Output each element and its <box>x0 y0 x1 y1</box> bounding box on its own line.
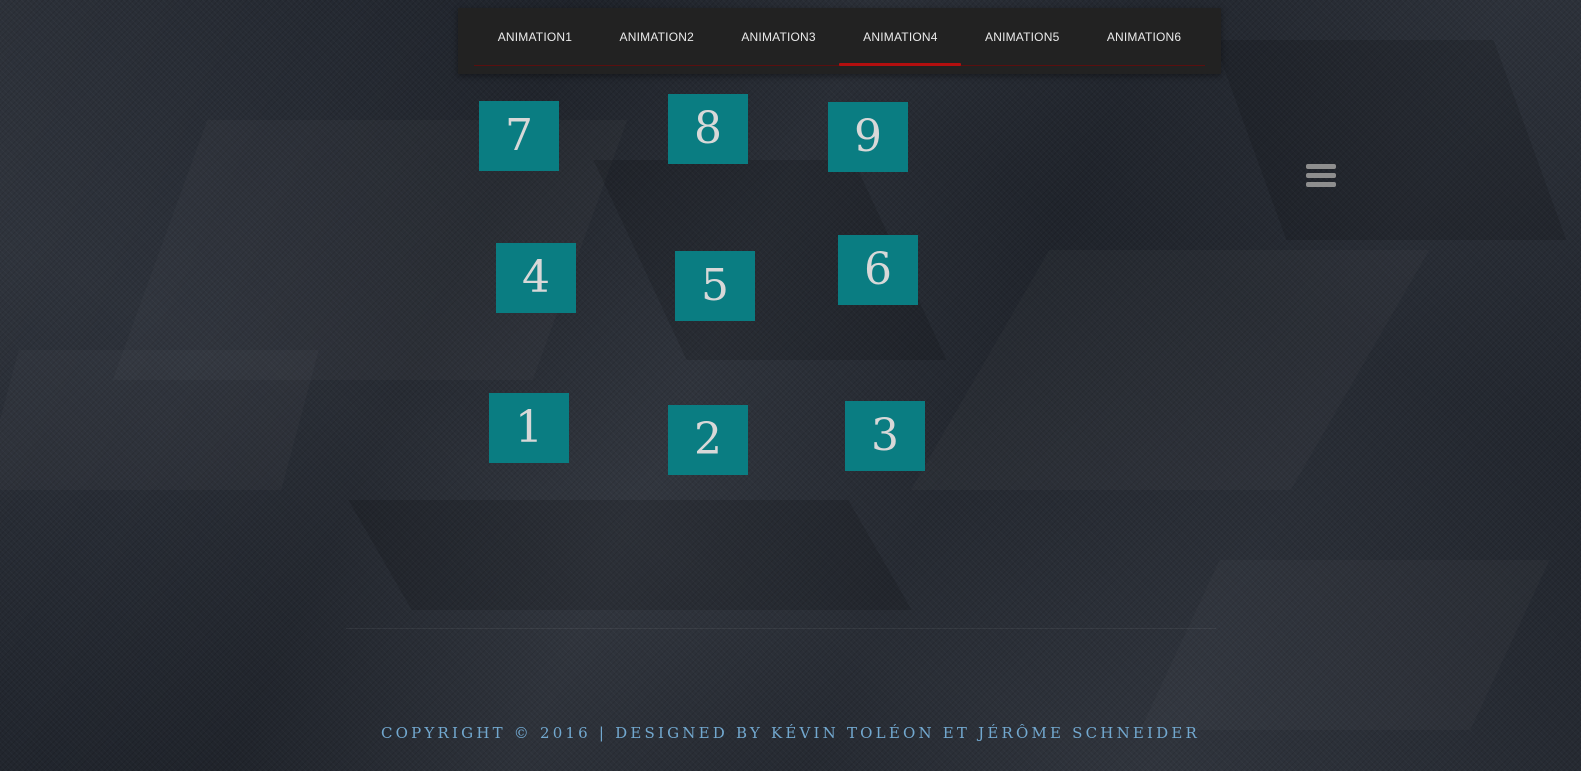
top-navigation: ANIMATION1 ANIMATION2 ANIMATION3 ANIMATI… <box>458 8 1221 74</box>
menu-bar <box>1306 173 1336 178</box>
nav-item-animation3[interactable]: ANIMATION3 <box>718 8 840 65</box>
nav-item-animation4[interactable]: ANIMATION4 <box>839 8 962 66</box>
background-facet <box>0 350 319 490</box>
number-tile-5[interactable]: 5 <box>675 251 755 321</box>
number-tile-3[interactable]: 3 <box>845 401 925 471</box>
nav-item-animation1[interactable]: ANIMATION1 <box>474 8 596 65</box>
footer-divider <box>346 628 1216 629</box>
nav-list: ANIMATION1 ANIMATION2 ANIMATION3 ANIMATI… <box>474 8 1205 66</box>
nav-item-animation5[interactable]: ANIMATION5 <box>961 8 1083 65</box>
number-tile-7[interactable]: 7 <box>479 101 559 171</box>
number-tile-8[interactable]: 8 <box>668 94 748 164</box>
nav-item-animation6[interactable]: ANIMATION6 <box>1083 8 1205 65</box>
background-facet <box>1140 560 1549 730</box>
hamburger-menu-icon[interactable] <box>1306 164 1336 190</box>
background-facet <box>1213 40 1567 240</box>
number-tile-4[interactable]: 4 <box>496 243 576 313</box>
menu-bar <box>1306 182 1336 187</box>
menu-bar <box>1306 164 1336 169</box>
background-facet <box>348 500 912 610</box>
number-tile-1[interactable]: 1 <box>489 393 569 463</box>
copyright-footer: COPYRIGHT © 2016 | DESIGNED BY KÉVIN TOL… <box>380 724 1201 742</box>
number-tile-6[interactable]: 6 <box>838 235 918 305</box>
number-tile-2[interactable]: 2 <box>668 405 748 475</box>
nav-item-animation2[interactable]: ANIMATION2 <box>596 8 718 65</box>
background-facet <box>911 250 1430 490</box>
number-tile-9[interactable]: 9 <box>828 102 908 172</box>
